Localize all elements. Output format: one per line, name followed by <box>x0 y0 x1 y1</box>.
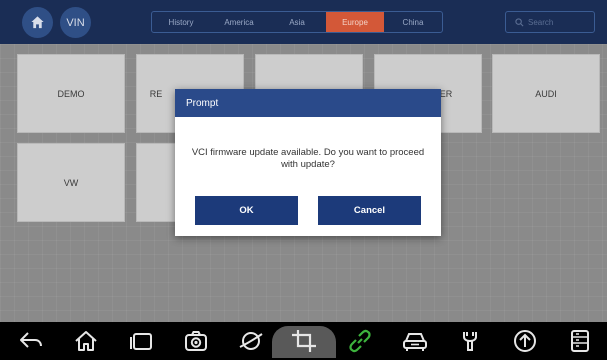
tile-label: DEMO <box>57 88 85 99</box>
vin-label: VIN <box>66 16 85 29</box>
update-icon <box>514 330 536 352</box>
vehicle-tile-demo[interactable]: DEMO <box>17 54 125 133</box>
dialog-title: Prompt <box>186 97 219 109</box>
back-button[interactable] <box>16 327 46 355</box>
camera-icon <box>185 331 207 351</box>
tools-icon <box>463 332 477 351</box>
vehicle-tile-vw[interactable]: VW <box>17 143 125 222</box>
tab-china[interactable]: China <box>384 12 442 32</box>
search-icon <box>515 17 524 26</box>
camera-button[interactable] <box>181 327 211 355</box>
vehicle-icon <box>403 333 427 351</box>
vehicle-button[interactable] <box>400 327 430 355</box>
ok-button[interactable]: OK <box>195 196 298 225</box>
tab-america[interactable]: America <box>210 12 268 32</box>
home-icon <box>75 331 97 351</box>
search-input[interactable]: Search <box>505 11 595 33</box>
tab-label: Asia <box>289 17 305 27</box>
tile-label: AUDI <box>535 88 557 99</box>
tab-history[interactable]: History <box>152 12 210 32</box>
back-icon <box>20 332 42 348</box>
recent-apps-icon <box>130 333 152 350</box>
crop-button[interactable] <box>289 327 319 355</box>
home-nav-button[interactable] <box>71 327 101 355</box>
tile-label: ER <box>439 88 453 99</box>
tools-button[interactable] <box>455 327 485 355</box>
tile-label: RE <box>149 88 163 99</box>
home-icon <box>31 16 44 29</box>
recent-apps-button[interactable] <box>126 327 156 355</box>
tab-asia[interactable]: Asia <box>268 12 326 32</box>
tab-label: Europe <box>342 17 368 27</box>
tile-label: VW <box>63 177 79 188</box>
tab-label: China <box>402 17 424 27</box>
search-placeholder: Search <box>528 17 554 27</box>
cancel-button[interactable]: Cancel <box>318 196 421 225</box>
vci-link-icon <box>349 329 371 353</box>
vin-button[interactable]: VIN <box>60 7 91 38</box>
vci-link-button[interactable] <box>345 327 375 355</box>
browser-icon <box>239 332 263 350</box>
home-button[interactable] <box>22 7 53 38</box>
prompt-dialog: Prompt VCI firmware update available. Do… <box>175 89 441 236</box>
update-button[interactable] <box>510 327 540 355</box>
region-tabs: History America Asia Europe China <box>151 11 443 33</box>
tab-label: History <box>168 17 194 27</box>
vehicle-tile-audi[interactable]: AUDI <box>492 54 600 133</box>
crop-icon <box>292 330 316 352</box>
data-manager-icon <box>571 330 589 352</box>
dialog-message: VCI firmware update available. Do you wa… <box>191 147 425 170</box>
tab-label: America <box>224 17 254 27</box>
tab-europe[interactable]: Europe <box>326 12 384 32</box>
bottom-nav-bar <box>0 322 607 360</box>
dialog-header: Prompt <box>175 89 441 117</box>
browser-button[interactable] <box>236 327 266 355</box>
top-bar: VIN History America Asia Europe China Se… <box>0 0 607 44</box>
data-manager-button[interactable] <box>565 327 595 355</box>
